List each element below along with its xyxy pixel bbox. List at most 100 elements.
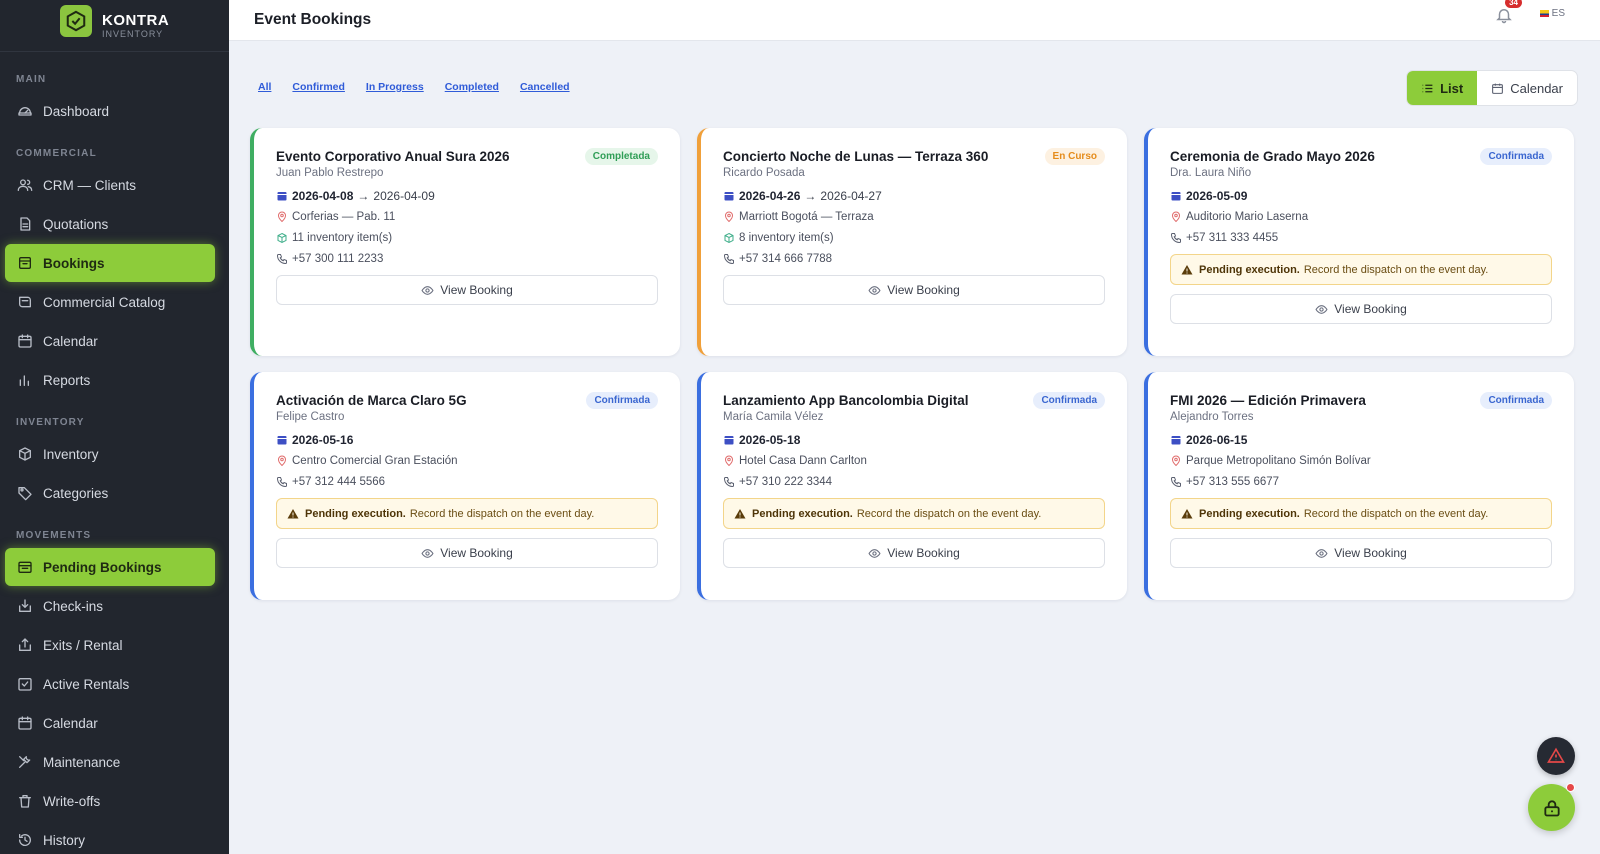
booking-phone: +57 300 111 2233 [276, 251, 658, 266]
history-icon [18, 834, 31, 846]
status-badge: Completada [584, 148, 658, 165]
kontra-logo-icon [60, 5, 92, 37]
eye-icon [421, 285, 434, 295]
location-pin-icon [1171, 211, 1181, 222]
location-pin-icon [724, 455, 734, 466]
phone-label: +57 310 222 3344 [739, 475, 833, 488]
section-label-inventory: INVENTORY [16, 417, 85, 428]
bell-icon[interactable] [1495, 6, 1513, 24]
date-start: 2026-05-09 [1186, 188, 1248, 203]
sidebar-item-calendar[interactable]: Calendar [5, 322, 215, 360]
list-view-button[interactable]: List [1407, 71, 1478, 105]
sidebar-item-dashboard[interactable]: Dashboard [5, 92, 215, 130]
warning-triangle-icon [1547, 747, 1565, 763]
sidebar-item-label: Reports [43, 372, 91, 388]
booking-client: Ricardo Posada [723, 167, 805, 179]
filter-confirmed[interactable]: Confirmed [292, 81, 345, 93]
sidebar-item-bookings[interactable]: Bookings [5, 244, 215, 282]
view-booking-label: View Booking [1334, 302, 1407, 316]
calendar-icon [18, 334, 32, 348]
status-badge: Confirmada [586, 392, 658, 409]
sidebar-item-exits-rental[interactable]: Exits / Rental [5, 626, 215, 664]
arrow-right-icon: → [804, 188, 817, 203]
language-selector[interactable]: ES [1539, 8, 1565, 19]
eye-icon [868, 285, 881, 295]
filter-completed[interactable]: Completed [445, 81, 499, 93]
phone-label: +57 300 111 2233 [292, 252, 384, 265]
booking-card: Concierto Noche de Lunas — Terraza 360 E… [697, 128, 1127, 356]
sidebar-item-pending-bookings[interactable]: Pending Bookings [5, 548, 215, 586]
view-booking-button[interactable]: View Booking [1170, 294, 1552, 324]
sidebar-item-reports[interactable]: Reports [5, 361, 215, 399]
sidebar-item-check-ins[interactable]: Check-ins [5, 587, 215, 625]
booking-dates: 2026-05-09 [1170, 188, 1552, 203]
location-pin-icon [277, 455, 287, 466]
alert-fab-button[interactable] [1537, 737, 1575, 775]
sidebar-item-calendar[interactable]: Calendar [5, 704, 215, 742]
active-rentals-icon [18, 678, 32, 691]
filter-cancelled[interactable]: Cancelled [520, 81, 570, 93]
booking-phone: +57 314 666 7788 [723, 251, 1105, 266]
view-booking-label: View Booking [440, 283, 513, 297]
booking-phone: +57 310 222 3344 [723, 474, 1105, 489]
view-toggle: List Calendar [1406, 70, 1578, 106]
calendar-icon [724, 191, 734, 200]
booking-venue: Auditorio Mario Laserna [1170, 209, 1552, 224]
booking-venue: Parque Metropolitano Simón Bolívar [1170, 453, 1552, 468]
tag-icon [18, 487, 32, 501]
sidebar-item-label: Quotations [43, 216, 109, 232]
phone-icon [276, 253, 287, 264]
pending-execution-alert: Pending execution. Record the dispatch on… [1170, 254, 1552, 285]
items-label: 11 inventory item(s) [292, 231, 393, 244]
view-booking-button[interactable]: View Booking [276, 538, 658, 568]
calendar-icon [1171, 191, 1181, 200]
date-start: 2026-05-18 [739, 432, 801, 447]
date-start: 2026-06-15 [1186, 432, 1248, 447]
sidebar-item-inventory[interactable]: Inventory [5, 435, 215, 473]
sidebar-item-quotations[interactable]: Quotations [5, 205, 215, 243]
booking-phone: +57 311 333 4455 [1170, 230, 1552, 245]
view-booking-button[interactable]: View Booking [723, 538, 1105, 568]
language-label: ES [1551, 8, 1565, 19]
date-start: 2026-04-26 [739, 188, 801, 203]
section-label-movements: MOVEMENTS [16, 530, 92, 541]
view-booking-button[interactable]: View Booking [1170, 538, 1552, 568]
pending-execution-alert: Pending execution. Record the dispatch on… [276, 498, 658, 529]
sidebar-item-crm-clients[interactable]: CRM — Clients [5, 166, 215, 204]
booking-dates: 2026-05-16 [276, 432, 658, 447]
sidebar-item-label: Pending Bookings [43, 559, 162, 575]
view-booking-button[interactable]: View Booking [723, 275, 1105, 305]
booking-card: Ceremonia de Grado Mayo 2026 Confirmada … [1144, 128, 1574, 356]
sidebar-item-categories[interactable]: Categories [5, 474, 215, 512]
brand[interactable]: KONTRA INVENTORY [0, 0, 229, 52]
view-booking-button[interactable]: View Booking [276, 275, 658, 305]
sidebar-item-write-offs[interactable]: Write-offs [5, 782, 215, 820]
filter-in-progress[interactable]: In Progress [366, 81, 424, 93]
filter-all[interactable]: All [258, 81, 271, 93]
sidebar-item-commercial-catalog[interactable]: Commercial Catalog [5, 283, 215, 321]
calendar-icon [18, 716, 32, 730]
bookings-grid: Evento Corporativo Anual Sura 2026 Compl… [250, 128, 1578, 600]
calendar-icon [724, 435, 734, 444]
view-booking-label: View Booking [1334, 546, 1407, 560]
warning-icon [287, 508, 299, 518]
warning-bold: Pending execution. [1199, 507, 1300, 520]
sidebar-item-maintenance[interactable]: Maintenance [5, 743, 215, 781]
eye-icon [868, 548, 881, 558]
location-pin-icon [277, 211, 287, 222]
calendar-view-button[interactable]: Calendar [1477, 71, 1577, 105]
box-icon [277, 232, 287, 243]
pending-execution-alert: Pending execution. Record the dispatch on… [1170, 498, 1552, 529]
eye-icon [421, 548, 434, 558]
phone-label: +57 313 555 6677 [1186, 475, 1280, 488]
booking-items: 11 inventory item(s) [276, 230, 658, 245]
booking-dates: 2026-06-15 [1170, 432, 1552, 447]
sidebar: KONTRA INVENTORY MAIN Dashboard COMMERCIAL… [0, 0, 229, 854]
sidebar-item-history[interactable]: History [5, 821, 215, 854]
eye-icon [1315, 304, 1328, 314]
sidebar-item-active-rentals[interactable]: Active Rentals [5, 665, 215, 703]
calendar-icon [277, 191, 287, 200]
booking-dates: 2026-04-26 → 2026-04-27 [723, 188, 1105, 203]
sidebar-item-label: Write-offs [43, 793, 101, 809]
calendar-icon [277, 435, 287, 444]
